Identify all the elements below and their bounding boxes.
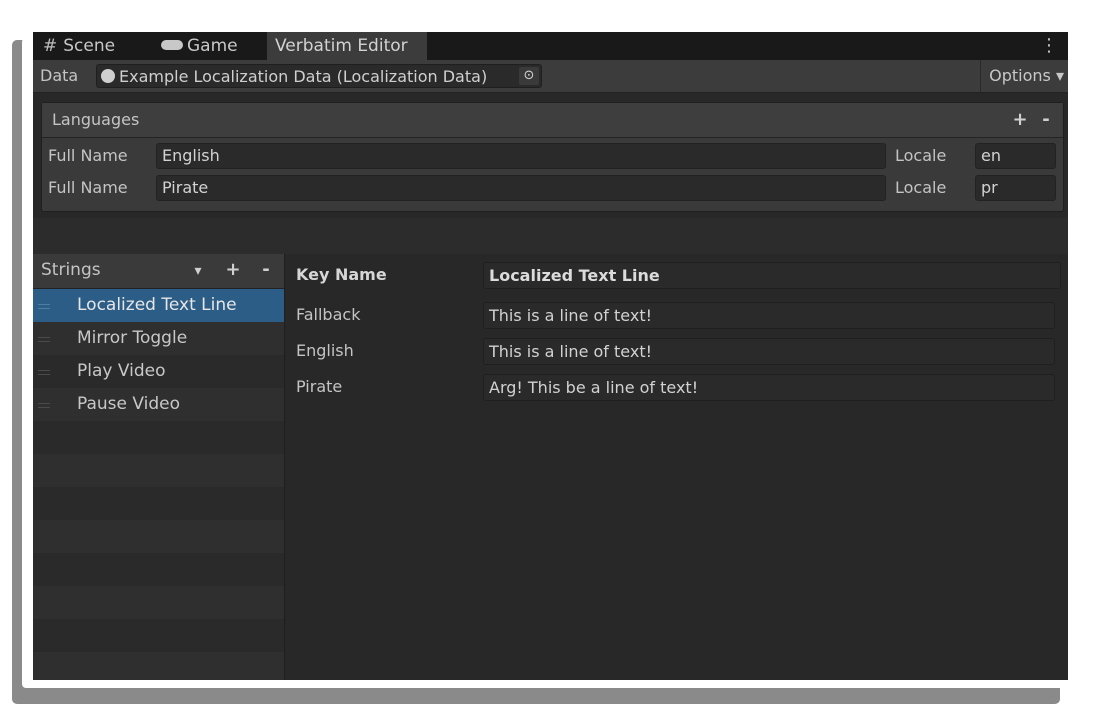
empty-list-row — [33, 553, 284, 586]
empty-list-row — [33, 421, 284, 454]
pirate-label: Pirate — [296, 377, 343, 396]
key-name-field[interactable]: Localized Text Line — [483, 262, 1061, 289]
strings-title: Strings — [41, 260, 101, 280]
editor-window: # Scene Game Verbatim Editor ⋮ Data Examp… — [33, 32, 1068, 680]
strings-list-panel: Strings ▾ + - Localized Text Line Mirror… — [33, 254, 285, 680]
list-item[interactable]: Pause Video — [33, 388, 284, 421]
tab-scene[interactable]: # Scene — [43, 32, 115, 60]
strings-dropdown-icon[interactable]: ▾ — [187, 260, 209, 282]
locale-field[interactable]: pr — [975, 175, 1056, 201]
options-label: Options — [989, 66, 1051, 85]
drag-handle-icon[interactable] — [38, 304, 50, 309]
grid-icon: # — [43, 36, 58, 56]
data-object-field[interactable]: Example Localization Data (Localization … — [96, 64, 542, 88]
full-name-field[interactable]: English — [156, 143, 886, 169]
tab-scene-label: Scene — [63, 36, 116, 56]
remove-language-button[interactable]: - — [1035, 109, 1057, 131]
empty-list-row — [33, 487, 284, 520]
empty-list-row — [33, 652, 284, 680]
locale-label: Locale — [895, 178, 947, 197]
key-name-label: Key Name — [296, 265, 387, 284]
fallback-text-field[interactable]: This is a line of text! — [483, 302, 1055, 329]
tab-game[interactable]: Game — [161, 32, 238, 60]
empty-list-row — [33, 586, 284, 619]
language-row: Full Name Pirate Locale pr — [42, 173, 1063, 205]
languages-panel: Languages + - Full Name English Locale e… — [41, 102, 1064, 212]
full-name-field[interactable]: Pirate — [156, 175, 886, 201]
remove-string-button[interactable]: - — [255, 259, 277, 281]
empty-list-row — [33, 454, 284, 487]
empty-list-row — [33, 619, 284, 652]
list-item[interactable]: Play Video — [33, 355, 284, 388]
list-item-label: Play Video — [77, 361, 166, 381]
english-label: English — [296, 341, 354, 360]
string-detail-panel: Key Name Localized Text Line Fallback Th… — [285, 254, 1068, 680]
data-object-row: Data Example Localization Data (Localiza… — [33, 60, 1068, 93]
chevron-down-icon: ▾ — [1055, 66, 1064, 85]
panel-spacer — [33, 218, 1068, 255]
tab-verbatim-editor[interactable]: Verbatim Editor — [267, 32, 427, 60]
strings-header: Strings ▾ + - — [33, 254, 284, 289]
language-row: Full Name English Locale en — [42, 141, 1063, 173]
languages-header: Languages + - — [42, 103, 1063, 138]
empty-list-row — [33, 520, 284, 553]
drag-handle-icon[interactable] — [38, 403, 50, 408]
pirate-text-field[interactable]: Arg! This be a line of text! — [483, 374, 1055, 401]
data-label: Data — [40, 66, 79, 85]
data-object-value: Example Localization Data (Localization … — [119, 67, 488, 86]
tab-bar: # Scene Game Verbatim Editor ⋮ — [33, 32, 1068, 60]
object-picker-icon[interactable]: ⊙ — [519, 67, 539, 85]
list-item-label: Localized Text Line — [77, 295, 237, 315]
languages-title: Languages — [52, 110, 140, 129]
full-name-label: Full Name — [48, 146, 128, 165]
list-item-label: Mirror Toggle — [77, 328, 188, 348]
drag-handle-icon[interactable] — [38, 370, 50, 375]
locale-field[interactable]: en — [975, 143, 1056, 169]
list-item-label: Pause Video — [77, 394, 181, 414]
locale-label: Locale — [895, 146, 947, 165]
add-language-button[interactable]: + — [1009, 109, 1031, 131]
list-item[interactable]: Localized Text Line — [33, 289, 284, 322]
asset-icon — [101, 69, 115, 83]
add-string-button[interactable]: + — [222, 259, 244, 281]
tab-verbatim-editor-label: Verbatim Editor — [275, 36, 408, 56]
drag-handle-icon[interactable] — [38, 337, 50, 342]
gamepad-icon — [161, 40, 183, 50]
english-text-field[interactable]: This is a line of text! — [483, 338, 1055, 365]
full-name-label: Full Name — [48, 178, 128, 197]
list-item[interactable]: Mirror Toggle — [33, 322, 284, 355]
options-dropdown[interactable]: Options ▾ — [980, 60, 1064, 92]
fallback-label: Fallback — [296, 305, 361, 324]
tab-menu-icon[interactable]: ⋮ — [1040, 32, 1058, 60]
tab-game-label: Game — [187, 36, 238, 56]
strings-list: Localized Text Line Mirror Toggle Play V… — [33, 289, 284, 680]
